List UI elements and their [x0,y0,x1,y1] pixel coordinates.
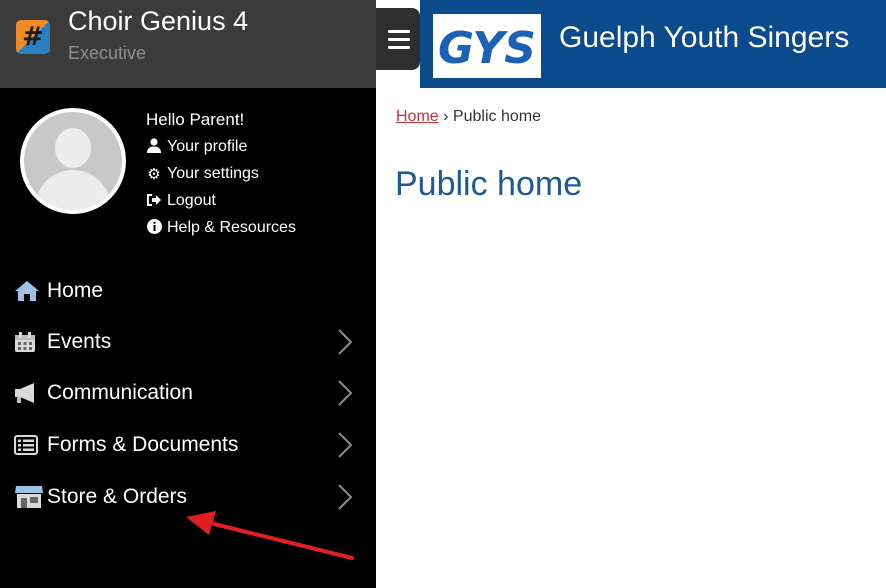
store-icon [14,485,44,509]
site-logo[interactable]: GYS [433,14,541,78]
nav-item-forms-documents[interactable]: Forms & Documents [14,425,359,465]
brand-bar: # Choir Genius 4 Executive [0,0,376,88]
app-title: Choir Genius 4 [68,6,249,36]
nav-label-events: Events [47,330,112,353]
help-resources-link[interactable]: Help & Resources [146,219,296,237]
calendar-icon [14,330,44,354]
info-icon [146,219,162,237]
gys-logo-mark: GYS [438,23,536,74]
breadcrumb-home-link[interactable]: Home [396,108,439,125]
logout-link[interactable]: Logout [146,192,216,210]
breadcrumb: Home › Public home [396,108,541,126]
your-profile-link[interactable]: Your profile [146,138,247,156]
your-settings-link[interactable]: ⚙ Your settings [146,165,259,183]
home-icon [14,279,44,303]
app-subtitle: Executive [68,43,147,63]
nav-label-home: Home [47,279,104,302]
list-icon [14,433,44,457]
nav-item-communication[interactable]: Communication [14,373,359,413]
help-resources-label: Help & Resources [167,219,296,236]
megaphone-icon [14,381,44,405]
nav-label-store-orders: Store & Orders [47,485,188,508]
logout-label: Logout [167,192,216,209]
page-title: Public home [395,165,583,203]
svg-text:GYS: GYS [438,23,536,74]
breadcrumb-separator: › [443,108,449,125]
chevron-right-icon [338,432,353,458]
hamburger-menu-button[interactable] [376,8,420,70]
your-profile-label: Your profile [167,138,248,155]
user-icon [146,138,162,156]
nav-item-events[interactable]: Events [14,322,359,362]
site-title: Guelph Youth Singers [559,21,850,54]
chevron-right-icon [338,380,353,406]
nav-label-communication: Communication [47,381,193,404]
nav-item-home[interactable]: Home [14,271,359,311]
sidebar: # Choir Genius 4 Executive Hello Parent!… [0,0,376,588]
your-settings-label: Your settings [167,165,259,182]
gear-icon: ⚙ [147,166,161,183]
avatar[interactable] [20,108,126,214]
chevron-right-icon [338,329,353,355]
app-logo[interactable]: # [16,20,50,54]
breadcrumb-current: Public home [452,108,541,125]
nav-label-forms-documents: Forms & Documents [47,433,239,456]
logout-icon [146,193,162,210]
annotation-arrow-icon [186,511,354,560]
user-greeting: Hello Parent! [146,110,245,129]
